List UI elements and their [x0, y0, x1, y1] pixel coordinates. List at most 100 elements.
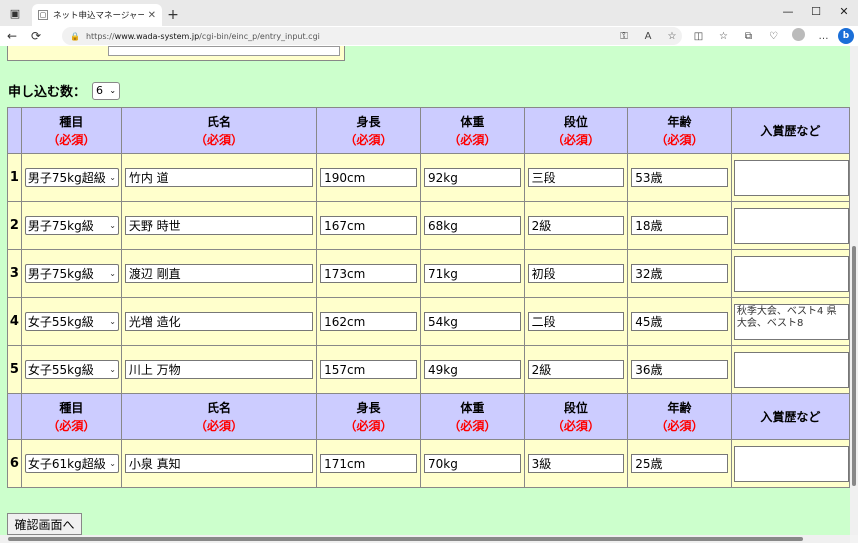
- age-input[interactable]: 32歳: [631, 264, 728, 283]
- weight-input[interactable]: 71kg: [423, 264, 521, 283]
- tab-close-icon[interactable]: ✕: [148, 10, 156, 21]
- awards-textarea[interactable]: 秋季大会、ベスト4 県大会、ベスト8: [733, 303, 849, 340]
- new-tab-button[interactable]: +: [162, 4, 184, 26]
- height-input[interactable]: 157cm: [320, 360, 417, 379]
- row-number: 2: [7, 201, 22, 250]
- name-input[interactable]: 川上 万物: [124, 360, 314, 379]
- collections-icon[interactable]: ⧉: [736, 31, 761, 42]
- row-number: 3: [7, 249, 22, 298]
- header-weight: 体重 （必須）: [419, 107, 525, 154]
- table-row: 1 男子75kg超級 ⌄ 竹内 道 190cm 92kg 三段 53歳: [7, 153, 850, 202]
- key-icon[interactable]: ⚿: [612, 31, 636, 42]
- height-input[interactable]: 173cm: [320, 264, 417, 283]
- browser-toolbar: ← ⟳ 🔒 https://www.wada-system.jp/cgi-bin…: [0, 26, 858, 46]
- maximize-icon[interactable]: ☐: [802, 0, 830, 22]
- read-aloud-icon[interactable]: A: [636, 31, 660, 42]
- name-input[interactable]: 天野 時世: [124, 216, 314, 235]
- height-input[interactable]: 171cm: [320, 454, 417, 473]
- category-select[interactable]: 男子75kg級 ⌄: [24, 264, 119, 283]
- table-row: 2 男子75kg級 ⌄ 天野 時世 167cm 68kg 2級 18歳: [7, 201, 850, 250]
- chevron-down-icon: ⌄: [109, 365, 116, 374]
- category-select[interactable]: 男子75kg超級 ⌄: [24, 168, 119, 187]
- category-select[interactable]: 男子75kg級 ⌄: [24, 216, 119, 235]
- vertical-scrollbar[interactable]: [850, 46, 858, 535]
- header-height: 身長 （必須）: [316, 107, 421, 154]
- weight-input[interactable]: 49kg: [423, 360, 521, 379]
- back-icon[interactable]: ←: [0, 26, 24, 46]
- window-controls: — ☐ ✕: [774, 0, 858, 22]
- close-window-icon[interactable]: ✕: [830, 0, 858, 22]
- category-select[interactable]: 女子55kg級 ⌄: [24, 312, 119, 331]
- refresh-icon[interactable]: ⟳: [24, 26, 48, 46]
- more-menu-icon[interactable]: …: [811, 31, 836, 42]
- awards-textarea[interactable]: [733, 445, 849, 482]
- table-row: 4 女子55kg級 ⌄ 光増 造化 162cm 54kg 二段 45歳 秋季大会、…: [7, 297, 850, 346]
- age-input[interactable]: 36歳: [631, 360, 728, 379]
- rank-input[interactable]: 三段: [527, 168, 625, 187]
- age-input[interactable]: 53歳: [631, 168, 728, 187]
- header-name: 氏名 （必須）: [120, 107, 318, 154]
- awards-textarea[interactable]: [733, 207, 849, 244]
- lock-icon: 🔒: [70, 31, 80, 41]
- horizontal-scrollbar[interactable]: [0, 535, 850, 543]
- rank-input[interactable]: 初段: [527, 264, 625, 283]
- category-select[interactable]: 女子55kg級 ⌄: [24, 360, 119, 379]
- weight-input[interactable]: 68kg: [423, 216, 521, 235]
- name-input[interactable]: 光増 造化: [124, 312, 314, 331]
- favorites-icon[interactable]: ☆: [711, 31, 736, 42]
- name-input[interactable]: 小泉 真知: [124, 454, 314, 473]
- extensions-icon[interactable]: ♡: [761, 31, 786, 42]
- row-number: 1: [7, 153, 22, 202]
- row-number: 4: [7, 297, 22, 346]
- address-bar[interactable]: 🔒 https://www.wada-system.jp/cgi-bin/ein…: [62, 27, 682, 45]
- height-input[interactable]: 162cm: [320, 312, 417, 331]
- copilot-icon[interactable]: b: [838, 28, 854, 44]
- rank-input[interactable]: 2級: [527, 216, 625, 235]
- entry-count-row: 申し込む数： 6 ⌄: [8, 81, 121, 100]
- header-awards: 入賞歴など: [730, 393, 850, 440]
- name-input[interactable]: 竹内 道: [124, 168, 314, 187]
- split-screen-icon[interactable]: ◫: [686, 31, 711, 42]
- awards-textarea[interactable]: [733, 159, 849, 196]
- page-favicon-icon: ▢: [38, 10, 48, 20]
- chevron-down-icon: ⌄: [109, 86, 117, 95]
- table-row: 5 女子55kg級 ⌄ 川上 万物 157cm 49kg 2級 36歳: [7, 345, 850, 394]
- header-weight: 体重 （必須）: [419, 393, 525, 440]
- weight-input[interactable]: 70kg: [423, 454, 521, 473]
- tab-active[interactable]: ▢ ネット申込マネージャー 申込内容入力 ✕: [32, 4, 162, 26]
- chevron-down-icon: ⌄: [109, 317, 116, 326]
- previous-textarea[interactable]: [108, 46, 340, 56]
- profile-avatar[interactable]: [786, 28, 811, 44]
- vertical-scrollbar-thumb[interactable]: [852, 246, 856, 486]
- tab-title: ネット申込マネージャー 申込内容入力: [53, 11, 144, 21]
- tab-actions-icon[interactable]: ▣: [0, 0, 30, 26]
- awards-textarea[interactable]: [733, 351, 849, 388]
- header-blank: [7, 393, 22, 440]
- age-input[interactable]: 45歳: [631, 312, 728, 331]
- rank-input[interactable]: 二段: [527, 312, 625, 331]
- header-age: 年齢 （必須）: [627, 393, 732, 440]
- chevron-down-icon: ⌄: [109, 221, 116, 230]
- age-input[interactable]: 18歳: [631, 216, 728, 235]
- weight-input[interactable]: 54kg: [423, 312, 521, 331]
- category-select[interactable]: 女子61kg超級 ⌄: [24, 454, 119, 473]
- age-input[interactable]: 25歳: [631, 454, 728, 473]
- entry-count-select[interactable]: 6 ⌄: [92, 81, 121, 100]
- header-rank: 段位 （必須）: [523, 107, 629, 154]
- table-row: 3 男子75kg級 ⌄ 渡辺 剛直 173cm 71kg 初段 32歳: [7, 249, 850, 298]
- height-input[interactable]: 190cm: [320, 168, 417, 187]
- rank-input[interactable]: 3級: [527, 454, 625, 473]
- header-height: 身長 （必須）: [316, 393, 421, 440]
- minimize-icon[interactable]: —: [774, 0, 802, 22]
- rank-input[interactable]: 2級: [527, 360, 625, 379]
- height-input[interactable]: 167cm: [320, 216, 417, 235]
- awards-textarea[interactable]: [733, 255, 849, 292]
- url-prefix: https://: [85, 31, 115, 41]
- horizontal-scrollbar-thumb[interactable]: [8, 537, 803, 541]
- header-age: 年齢 （必須）: [627, 107, 732, 154]
- weight-input[interactable]: 92kg: [423, 168, 521, 187]
- name-input[interactable]: 渡辺 剛直: [124, 264, 314, 283]
- favorite-star-icon[interactable]: ☆: [660, 31, 684, 42]
- confirm-button[interactable]: 確認画面へ: [7, 513, 82, 535]
- row-number: 5: [7, 345, 22, 394]
